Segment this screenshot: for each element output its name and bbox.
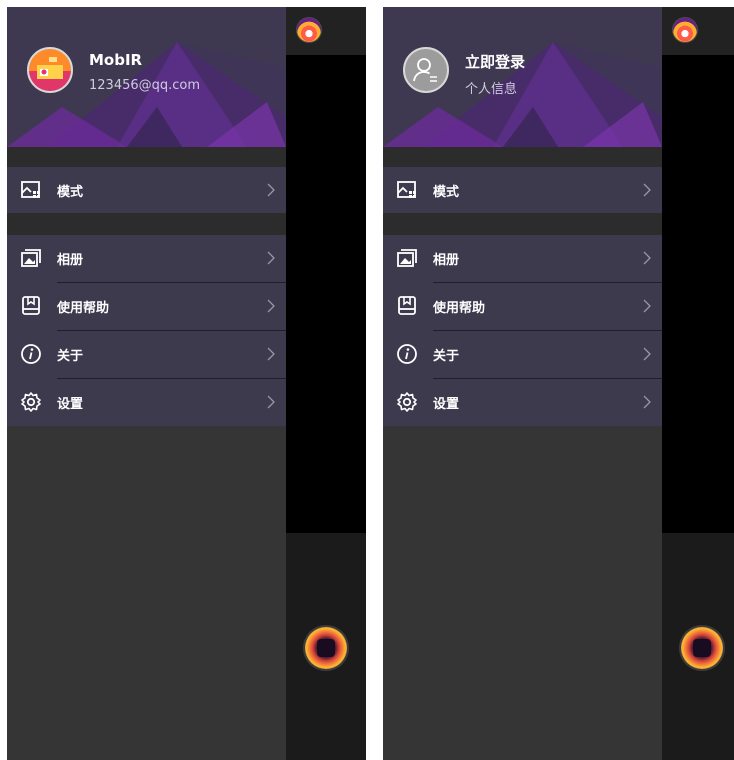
navigation-drawer: MobIR 123456@qq.com 模式 相册 使用帮助 关于 设置 (7, 7, 286, 760)
chevron-right-icon (641, 299, 653, 313)
menu-item-about[interactable]: 关于 (383, 331, 662, 377)
info-icon (20, 343, 42, 365)
thermal-viewport (286, 55, 366, 533)
menu-item-settings[interactable]: 设置 (7, 379, 286, 425)
menu-item-mode[interactable]: 模式 (7, 167, 286, 213)
thermal-viewport (662, 55, 734, 533)
chevron-right-icon (265, 299, 277, 313)
chevron-right-icon (641, 395, 653, 409)
user-info-label: 个人信息 (465, 82, 518, 97)
thermal-avatar-icon (29, 49, 71, 91)
menu-item-label: 模式 (433, 185, 460, 200)
menu-item-label: 设置 (433, 397, 460, 412)
chevron-right-icon (265, 347, 277, 361)
drawer-header[interactable]: 立即登录 个人信息 (383, 7, 662, 147)
section-gap (383, 147, 662, 167)
section-gap (383, 213, 662, 235)
drawer-header[interactable]: MobIR 123456@qq.com (7, 7, 286, 147)
menu-item-label: 相册 (57, 253, 84, 268)
thermal-thumbnail-icon[interactable] (673, 18, 697, 42)
album-icon (396, 247, 418, 269)
chevron-right-icon (265, 251, 277, 265)
album-icon (20, 247, 42, 269)
user-email: 123456@qq.com (89, 78, 201, 93)
help-book-icon (396, 295, 418, 317)
menu-item-mode[interactable]: 模式 (383, 167, 662, 213)
menu-item-label: 使用帮助 (433, 301, 486, 316)
menu-item-album[interactable]: 相册 (7, 235, 286, 281)
menu-item-label: 相册 (433, 253, 460, 268)
menu-item-label: 关于 (57, 349, 84, 364)
drawer-screen-logged-in: MobIR 123456@qq.com 模式 相册 使用帮助 关于 设置 (7, 7, 366, 760)
avatar[interactable] (403, 47, 449, 93)
help-book-icon (20, 295, 42, 317)
drawer-screen-logged-out: 立即登录 个人信息 模式 相册 使用帮助 关于 设置 (383, 7, 734, 760)
chevron-right-icon (641, 347, 653, 361)
gear-icon (20, 391, 42, 413)
info-icon (396, 343, 418, 365)
menu-item-about[interactable]: 关于 (7, 331, 286, 377)
menu-item-album[interactable]: 相册 (383, 235, 662, 281)
chevron-right-icon (265, 395, 277, 409)
menu-item-label: 模式 (57, 185, 84, 200)
menu-item-settings[interactable]: 设置 (383, 379, 662, 425)
gear-icon (396, 391, 418, 413)
menu-group-main: 相册 使用帮助 关于 设置 (7, 235, 286, 426)
avatar[interactable] (27, 47, 73, 93)
section-gap (7, 213, 286, 235)
menu-item-label: 关于 (433, 349, 460, 364)
image-mode-icon (396, 179, 418, 201)
user-name: MobIR (89, 51, 143, 69)
menu-item-label: 使用帮助 (57, 301, 110, 316)
menu-item-help[interactable]: 使用帮助 (383, 283, 662, 329)
thermal-thumbnail-icon[interactable] (297, 18, 321, 42)
menu-group-mode: 模式 (7, 167, 286, 213)
capture-button[interactable] (681, 627, 723, 669)
chevron-right-icon (641, 251, 653, 265)
menu-group-main: 相册 使用帮助 关于 设置 (383, 235, 662, 426)
chevron-right-icon (641, 183, 653, 197)
chevron-right-icon (265, 183, 277, 197)
navigation-drawer: 立即登录 个人信息 模式 相册 使用帮助 关于 设置 (383, 7, 662, 760)
menu-item-help[interactable]: 使用帮助 (7, 283, 286, 329)
menu-group-mode: 模式 (383, 167, 662, 213)
image-mode-icon (20, 179, 42, 201)
capture-button[interactable] (305, 627, 347, 669)
menu-item-label: 设置 (57, 397, 84, 412)
login-prompt[interactable]: 立即登录 (465, 51, 525, 72)
section-gap (7, 147, 286, 167)
user-placeholder-icon (405, 49, 447, 91)
